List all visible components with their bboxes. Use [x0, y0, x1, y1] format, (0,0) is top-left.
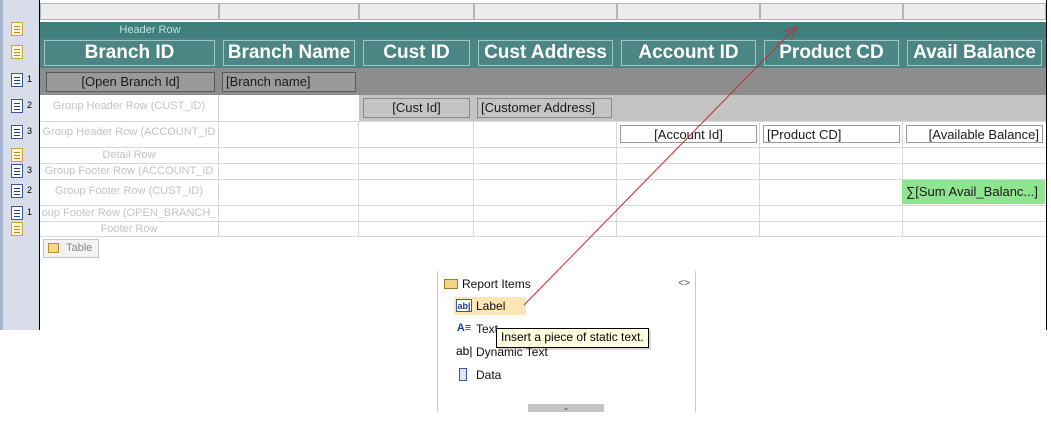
group-header-account-label: Group Header Row (ACCOUNT_ID [42, 126, 216, 138]
grid-line [40, 205, 1046, 206]
label-tooltip: Insert a piece of static text. [496, 328, 649, 348]
group-row-icon [11, 73, 23, 87]
column-handle-5[interactable] [617, 3, 760, 20]
grid-line [40, 163, 1046, 164]
row-handle-group2-header[interactable]: 2 [5, 97, 35, 117]
row-handle-icon [11, 148, 23, 162]
grid-line [616, 121, 617, 237]
grid-line [902, 121, 903, 237]
column-header-avail-balance[interactable]: Avail Balance [903, 38, 1046, 68]
column-header-cust-address[interactable]: Cust Address [474, 38, 617, 68]
label-icon: ab| [456, 299, 472, 312]
column-handle-4[interactable] [474, 3, 617, 20]
dynamic-text-icon: ab| [456, 344, 473, 358]
account-id-field[interactable]: [Account Id] [620, 125, 757, 143]
row-handle-footer[interactable] [5, 220, 35, 240]
row-handle-group2-footer[interactable]: 2 [5, 182, 35, 202]
text-icon: A≡ [456, 322, 472, 334]
row-handle-header[interactable] [5, 43, 35, 63]
group-footer-branch-label: oup Footer Row (OPEN_BRANCH_ [41, 207, 217, 219]
group-row-icon [11, 164, 23, 178]
column-handle-3[interactable] [359, 3, 474, 20]
grid-line [40, 121, 1046, 122]
column-header-cust-id[interactable]: Cust ID [359, 38, 474, 68]
group-row-icon [11, 206, 23, 220]
collapse-icon[interactable]: <> [678, 275, 690, 293]
row-handle-group3-header[interactable]: 3 [5, 123, 35, 143]
report-items-header[interactable]: Report Items <> [442, 275, 692, 293]
table-icon [48, 243, 59, 253]
open-branch-id-field[interactable]: [Open Branch Id] [46, 72, 215, 92]
group-header-cust-label: Group Header Row (CUST_ID) [52, 100, 206, 112]
group-footer-account-label: Group Footer Row (ACCOUNT_ID [44, 165, 214, 177]
table-tab[interactable]: Table [43, 239, 99, 258]
column-header-product-cd[interactable]: Product CD [760, 38, 903, 68]
group-row-icon [11, 125, 23, 139]
row-handle-icon [11, 222, 23, 236]
column-header-account-id[interactable]: Account ID [617, 38, 760, 68]
grid-line [218, 95, 219, 237]
row-handle-icon [11, 45, 23, 59]
group-footer-cust-label: Group Footer Row (CUST_ID) [55, 185, 203, 197]
column-handle-7[interactable] [903, 3, 1046, 20]
footer-row-label: Footer Row [100, 223, 158, 235]
grid-line [358, 121, 359, 237]
available-balance-field[interactable]: [Available Balance] [906, 125, 1043, 143]
row-handle-group3-footer[interactable]: 3 [5, 162, 35, 182]
sum-avail-balance-field[interactable]: ∑[Sum Avail_Balanc...] [902, 180, 1045, 204]
header-row-label: Header Row [119, 24, 181, 36]
grid-line [40, 179, 1046, 180]
column-handle-6[interactable] [760, 3, 903, 20]
palette-scroll-down[interactable]: ⌄ [528, 404, 604, 412]
palette-item-label[interactable]: ab| Label [454, 297, 526, 315]
header-row-band[interactable]: Header Row [40, 22, 1046, 38]
table-right-border [1046, 0, 1047, 330]
grid-line [40, 236, 1046, 237]
detail-row-label: Detail Row [102, 149, 156, 161]
data-icon [459, 368, 467, 381]
row-handle-header-band[interactable] [5, 20, 35, 40]
row-handle-group1-header[interactable]: 1 [5, 71, 35, 91]
column-handle-1[interactable] [40, 3, 219, 20]
folder-icon [444, 279, 458, 289]
grid-line [40, 147, 1046, 148]
column-handle-2[interactable] [219, 3, 359, 20]
column-header-branch-id[interactable]: Branch ID [40, 38, 219, 68]
group-row-icon [11, 99, 23, 113]
grid-line [40, 221, 1046, 222]
row-handle-icon [11, 22, 23, 36]
product-cd-field[interactable]: [Product CD] [763, 125, 900, 143]
cust-id-field[interactable]: [Cust Id] [363, 98, 470, 118]
customer-address-field[interactable]: [Customer Address] [477, 98, 612, 118]
column-header-branch-name[interactable]: Branch Name [219, 38, 359, 68]
group-row-icon [11, 184, 23, 198]
grid-line [759, 121, 760, 237]
branch-name-field[interactable]: [Branch name] [222, 72, 356, 92]
grid-line [473, 121, 474, 237]
